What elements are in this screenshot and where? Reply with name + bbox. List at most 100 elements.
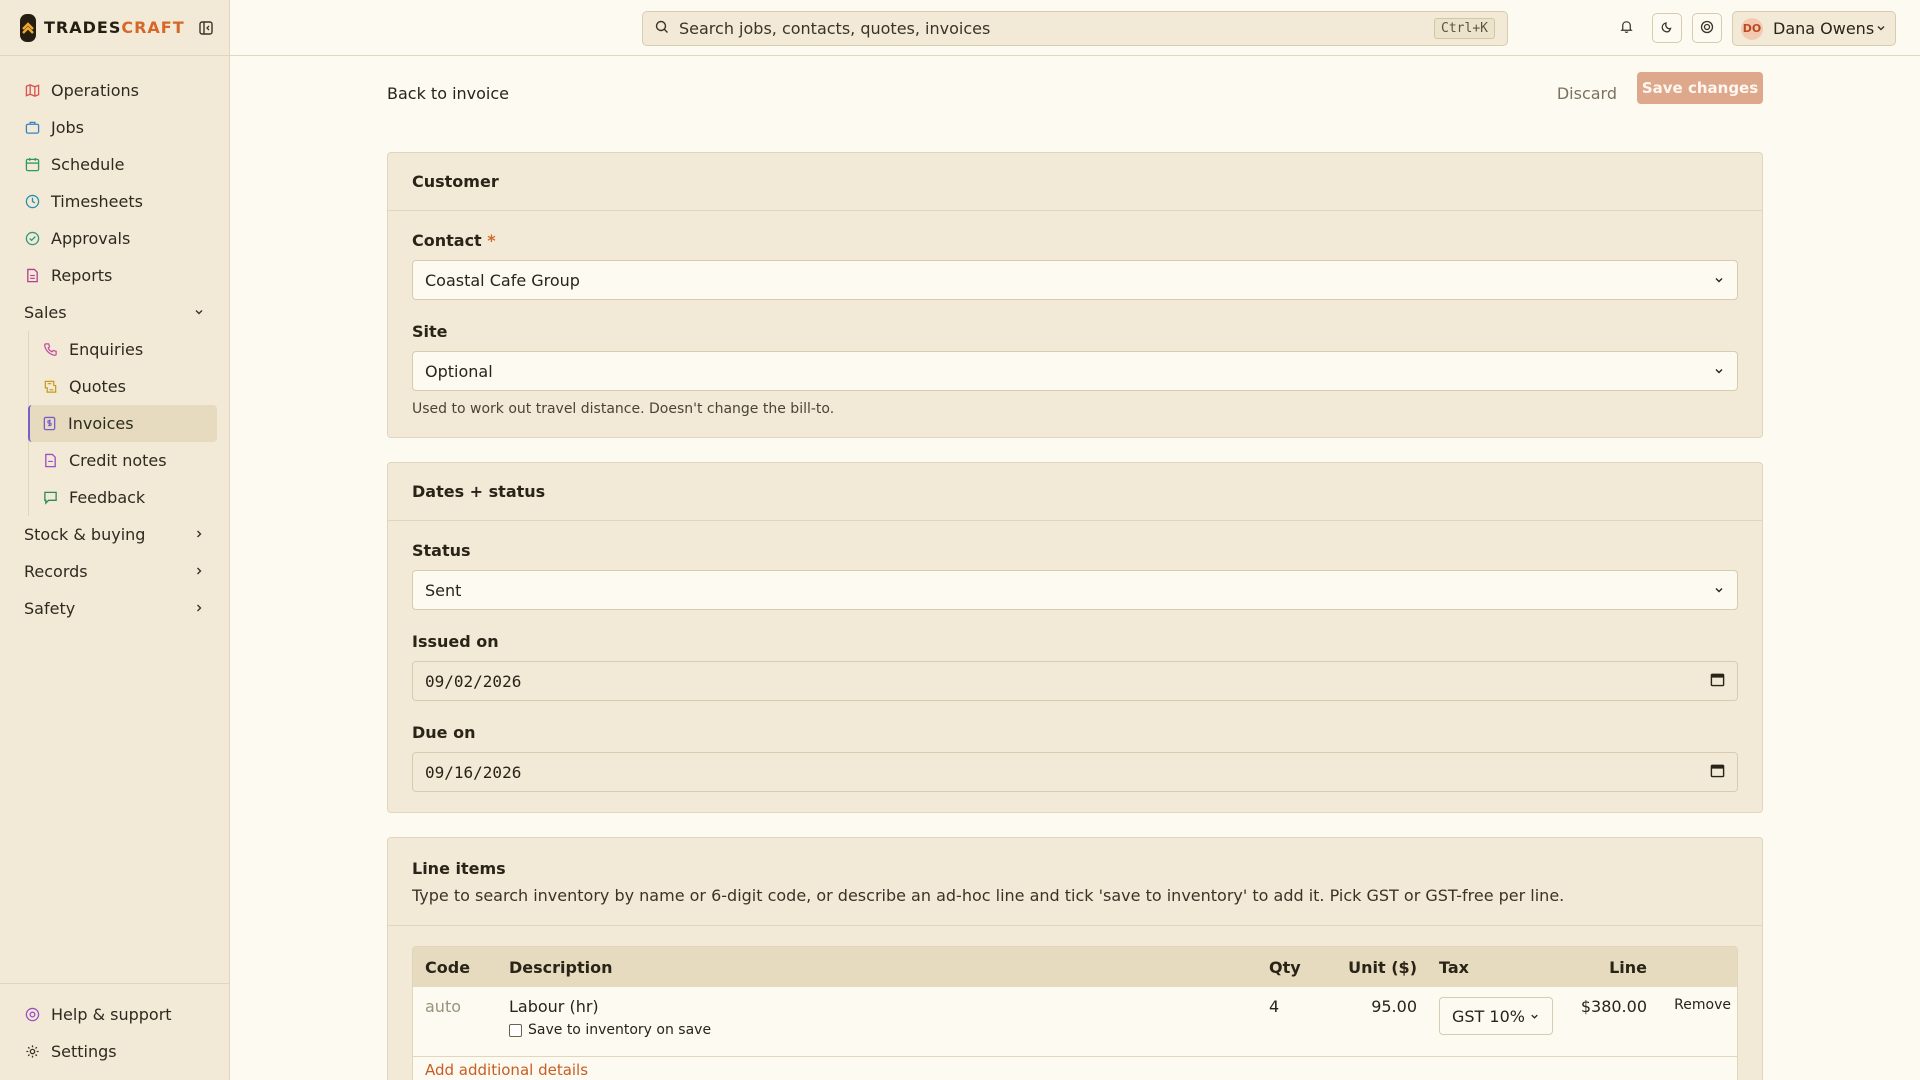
calendar-icon[interactable]: [1710, 672, 1725, 691]
search-input[interactable]: Search jobs, contacts, quotes, invoices …: [642, 11, 1508, 46]
bell-icon: [1619, 19, 1634, 38]
sidebar-item-quotes[interactable]: Quotes: [29, 368, 217, 405]
user-menu[interactable]: DO Dana Owens: [1732, 11, 1896, 46]
issued-on-input[interactable]: 09/02/2026: [412, 661, 1738, 701]
row-code[interactable]: auto: [413, 997, 509, 1016]
sidebar-nav: Operations Jobs Schedule Timesheets Appr…: [0, 56, 229, 627]
sidebar-group-label: Safety: [24, 599, 76, 618]
sidebar-group-label: Stock & buying: [24, 525, 146, 544]
contrast-button[interactable]: [1692, 13, 1722, 43]
sidebar-item-enquiries[interactable]: Enquiries: [29, 331, 217, 368]
sidebar-item-feedback[interactable]: Feedback: [29, 479, 217, 516]
sidebar-item-approvals[interactable]: Approvals: [0, 220, 229, 257]
sidebar-item-label: Invoices: [68, 414, 134, 433]
brand-name: TRADESCRAFT: [44, 18, 185, 37]
sidebar-group-safety[interactable]: Safety: [0, 590, 229, 627]
phone-icon: [42, 342, 58, 358]
status-value: Sent: [425, 580, 462, 600]
col-tax: Tax: [1439, 957, 1469, 977]
line-items-header: Line items Type to search inventory by n…: [388, 838, 1762, 926]
discard-button[interactable]: Discard: [1557, 84, 1617, 103]
sidebar-item-label: Timesheets: [51, 192, 143, 211]
credit-note-icon: [42, 453, 58, 469]
save-to-inventory-label: Save to inventory on save: [528, 1022, 712, 1038]
customer-card-title: Customer: [388, 153, 1762, 211]
save-to-inventory-option[interactable]: Save to inventory on save: [509, 1022, 1269, 1038]
back-to-invoice-link[interactable]: Back to invoice: [387, 84, 509, 103]
customer-card: Customer Contact * Coastal Cafe Group Si…: [387, 152, 1763, 438]
search-placeholder: Search jobs, contacts, quotes, invoices: [679, 19, 991, 38]
sidebar-item-settings[interactable]: Settings: [0, 1033, 229, 1070]
quote-icon: [42, 379, 58, 395]
sidebar-item-label: Jobs: [51, 118, 84, 137]
tax-select[interactable]: GST 10%: [1439, 997, 1553, 1035]
due-on-value: 09/16/2026: [425, 762, 522, 782]
chevron-down-icon: [1875, 19, 1887, 38]
calendar-icon[interactable]: [1710, 763, 1725, 782]
add-additional-details-link[interactable]: Add additional details: [413, 1057, 1737, 1080]
site-label: Site: [412, 322, 448, 341]
col-code: Code: [425, 957, 471, 977]
col-description: Description: [509, 957, 613, 977]
sidebar: TRADESCRAFT Operations Jobs Schedule Tim…: [0, 0, 230, 1080]
contrast-icon: [1700, 19, 1714, 38]
sidebar-item-label: Reports: [51, 266, 113, 285]
dark-mode-button[interactable]: [1652, 13, 1682, 43]
sidebar-item-label: Credit notes: [69, 451, 167, 470]
topbar: Search jobs, contacts, quotes, invoices …: [230, 0, 1920, 56]
sidebar-collapse-icon[interactable]: [198, 19, 213, 37]
brand: TRADESCRAFT: [0, 0, 229, 56]
line-items-card: Line items Type to search inventory by n…: [387, 837, 1763, 1080]
sidebar-item-label: Settings: [51, 1042, 117, 1061]
row-qty[interactable]: 4: [1269, 997, 1329, 1016]
save-changes-button[interactable]: Save changes: [1637, 72, 1763, 104]
contact-label: Contact *: [412, 231, 496, 250]
user-name: Dana Owens: [1773, 19, 1875, 38]
sidebar-item-invoices[interactable]: Invoices: [28, 405, 217, 442]
check-circle-icon: [24, 231, 40, 247]
col-line: Line: [1609, 957, 1647, 977]
sidebar-footer: Help & support Settings: [0, 983, 229, 1080]
dates-status-card: Dates + status Status Sent Issued on 09/…: [387, 462, 1763, 813]
issued-on-label: Issued on: [412, 632, 499, 651]
notifications-button[interactable]: [1611, 13, 1641, 43]
due-on-input[interactable]: 09/16/2026: [412, 752, 1738, 792]
briefcase-icon: [24, 120, 40, 136]
row-description-cell: Labour (hr) Save to inventory on save: [509, 997, 1269, 1038]
contact-select[interactable]: Coastal Cafe Group: [412, 260, 1738, 300]
issued-on-value: 09/02/2026: [425, 671, 522, 691]
save-to-inventory-checkbox[interactable]: [509, 1023, 522, 1037]
sidebar-item-label: Feedback: [69, 488, 146, 507]
col-unit: Unit ($): [1348, 957, 1417, 977]
due-on-label: Due on: [412, 723, 476, 742]
moon-icon: [1660, 19, 1674, 38]
invoice-icon: [41, 416, 57, 432]
contact-value: Coastal Cafe Group: [425, 270, 580, 290]
status-select[interactable]: Sent: [412, 570, 1738, 610]
col-qty: Qty: [1269, 957, 1301, 977]
sales-submenu: Enquiries Quotes Invoices Credit notes F…: [28, 331, 229, 516]
remove-line-button[interactable]: Remove: [1647, 997, 1737, 1013]
sidebar-item-credit-notes[interactable]: Credit notes: [29, 442, 217, 479]
sidebar-item-timesheets[interactable]: Timesheets: [0, 183, 229, 220]
sidebar-group-sales[interactable]: Sales: [0, 294, 229, 331]
main-content: Back to invoice Discard Save changes Cus…: [387, 56, 1763, 1080]
site-select[interactable]: Optional: [412, 351, 1738, 391]
row-unit-price[interactable]: 95.00: [1329, 997, 1417, 1016]
sidebar-group-stock-buying[interactable]: Stock & buying: [0, 516, 229, 553]
site-value: Optional: [425, 361, 493, 381]
chevron-right-icon: [193, 562, 205, 581]
sidebar-item-reports[interactable]: Reports: [0, 257, 229, 294]
sidebar-item-label: Enquiries: [69, 340, 144, 359]
sidebar-item-schedule[interactable]: Schedule: [0, 146, 229, 183]
chevron-down-icon: [1713, 581, 1725, 600]
line-items-table: Code Description Qty Unit ($) Tax Line a…: [412, 946, 1738, 1080]
sidebar-item-help[interactable]: Help & support: [0, 996, 229, 1033]
sidebar-item-jobs[interactable]: Jobs: [0, 109, 229, 146]
brand-logo-icon: [20, 13, 36, 42]
sidebar-item-operations[interactable]: Operations: [0, 72, 229, 109]
sidebar-group-label: Records: [24, 562, 88, 581]
clock-icon: [24, 194, 40, 210]
sidebar-group-records[interactable]: Records: [0, 553, 229, 590]
row-description[interactable]: Labour (hr): [509, 997, 1269, 1016]
